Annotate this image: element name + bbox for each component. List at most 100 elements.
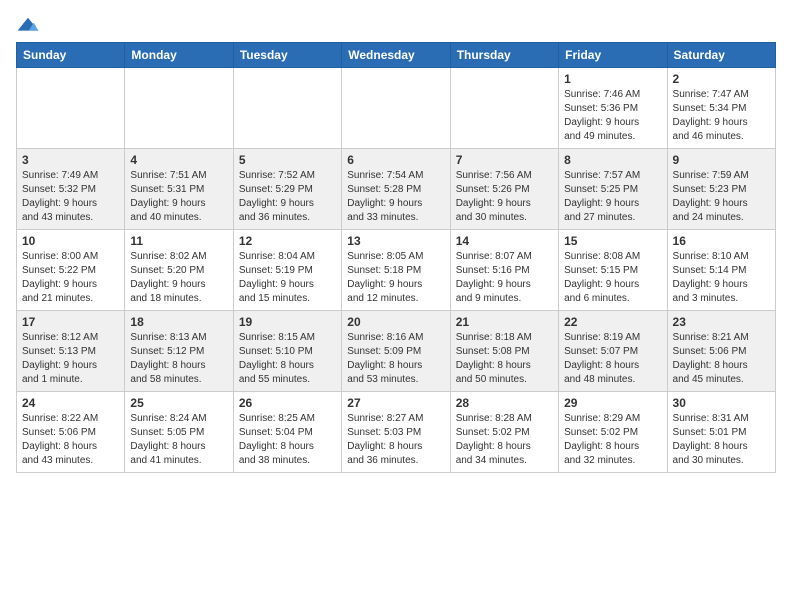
day-number: 10 [22,234,119,248]
calendar-cell [17,68,125,149]
calendar-cell: 23 Sunrise: 8:21 AM Sunset: 5:06 PM Dayli… [667,311,775,392]
calendar-table: SundayMondayTuesdayWednesdayThursdayFrid… [16,42,776,473]
day-number: 15 [564,234,661,248]
calendar-cell: 30Sunrise: 8:31 AM Sunset: 5:01 PM Dayli… [667,392,775,473]
day-info: Sunrise: 8:22 AM Sunset: 5:06 PM Dayligh… [22,412,119,468]
day-info: Sunrise: 8:04 AM Sunset: 5:19 PM Dayligh… [239,250,336,306]
logo [16,16,50,34]
day-number: 16 [673,234,770,248]
day-info: Sunrise: 7:51 AM Sunset: 5:31 PM Dayligh… [130,169,227,225]
day-number: 26 [239,396,336,410]
calendar-cell: 6 Sunrise: 7:54 AM Sunset: 5:28 PM Daylig… [342,149,450,230]
day-number: 2 [673,72,770,86]
calendar-cell: 5Sunrise: 7:52 AM Sunset: 5:29 PM Daylig… [233,149,341,230]
calendar-cell: 17 Sunrise: 8:12 AM Sunset: 5:13 PM Dayli… [17,311,125,392]
day-number: 24 [22,396,119,410]
calendar-cell: 11 Sunrise: 8:02 AM Sunset: 5:20 PM Dayli… [125,230,233,311]
day-info: Sunrise: 8:19 AM Sunset: 5:07 PM Dayligh… [564,331,661,387]
calendar-cell: 14 Sunrise: 8:07 AM Sunset: 5:16 PM Dayli… [450,230,558,311]
column-header-friday: Friday [559,43,667,68]
calendar-cell: 7 Sunrise: 7:56 AM Sunset: 5:26 PM Daylig… [450,149,558,230]
day-info: Sunrise: 8:28 AM Sunset: 5:02 PM Dayligh… [456,412,553,468]
day-info: Sunrise: 7:56 AM Sunset: 5:26 PM Dayligh… [456,169,553,225]
day-info: Sunrise: 8:00 AM Sunset: 5:22 PM Dayligh… [22,250,119,306]
day-number: 8 [564,153,661,167]
day-info: Sunrise: 8:27 AM Sunset: 5:03 PM Dayligh… [347,412,444,468]
day-number: 1 [564,72,661,86]
calendar-cell: 16 Sunrise: 8:10 AM Sunset: 5:14 PM Dayli… [667,230,775,311]
calendar-cell [125,68,233,149]
calendar-cell: 19 Sunrise: 8:15 AM Sunset: 5:10 PM Dayli… [233,311,341,392]
calendar-cell: 12Sunrise: 8:04 AM Sunset: 5:19 PM Dayli… [233,230,341,311]
calendar-cell: 20 Sunrise: 8:16 AM Sunset: 5:09 PM Dayli… [342,311,450,392]
day-info: Sunrise: 7:49 AM Sunset: 5:32 PM Dayligh… [22,169,119,225]
column-header-wednesday: Wednesday [342,43,450,68]
day-info: Sunrise: 8:07 AM Sunset: 5:16 PM Dayligh… [456,250,553,306]
calendar-cell: 4 Sunrise: 7:51 AM Sunset: 5:31 PM Daylig… [125,149,233,230]
day-number: 13 [347,234,444,248]
day-info: Sunrise: 8:25 AM Sunset: 5:04 PM Dayligh… [239,412,336,468]
day-info: Sunrise: 8:15 AM Sunset: 5:10 PM Dayligh… [239,331,336,387]
calendar-cell [342,68,450,149]
day-number: 9 [673,153,770,167]
day-info: Sunrise: 7:59 AM Sunset: 5:23 PM Dayligh… [673,169,770,225]
day-number: 17 [22,315,119,329]
day-number: 23 [673,315,770,329]
day-number: 5 [239,153,336,167]
week-row-3: 10 Sunrise: 8:00 AM Sunset: 5:22 PM Dayli… [17,230,776,311]
day-number: 11 [130,234,227,248]
calendar-cell: 22 Sunrise: 8:19 AM Sunset: 5:07 PM Dayli… [559,311,667,392]
day-info: Sunrise: 8:24 AM Sunset: 5:05 PM Dayligh… [130,412,227,468]
day-number: 21 [456,315,553,329]
calendar-cell: 10 Sunrise: 8:00 AM Sunset: 5:22 PM Dayli… [17,230,125,311]
column-header-thursday: Thursday [450,43,558,68]
day-number: 6 [347,153,444,167]
calendar-cell: 3 Sunrise: 7:49 AM Sunset: 5:32 PM Daylig… [17,149,125,230]
calendar-cell [233,68,341,149]
page-header [16,16,776,34]
day-info: Sunrise: 7:54 AM Sunset: 5:28 PM Dayligh… [347,169,444,225]
calendar-cell: 13 Sunrise: 8:05 AM Sunset: 5:18 PM Dayli… [342,230,450,311]
day-info: Sunrise: 8:10 AM Sunset: 5:14 PM Dayligh… [673,250,770,306]
calendar-body: 1 Sunrise: 7:46 AM Sunset: 5:36 PM Daylig… [17,68,776,473]
day-number: 20 [347,315,444,329]
header-row: SundayMondayTuesdayWednesdayThursdayFrid… [17,43,776,68]
day-info: Sunrise: 8:02 AM Sunset: 5:20 PM Dayligh… [130,250,227,306]
calendar-cell: 21 Sunrise: 8:18 AM Sunset: 5:08 PM Dayli… [450,311,558,392]
column-header-tuesday: Tuesday [233,43,341,68]
day-number: 30 [673,396,770,410]
day-number: 4 [130,153,227,167]
calendar-cell: 8 Sunrise: 7:57 AM Sunset: 5:25 PM Daylig… [559,149,667,230]
calendar-cell: 1 Sunrise: 7:46 AM Sunset: 5:36 PM Daylig… [559,68,667,149]
calendar-cell: 9 Sunrise: 7:59 AM Sunset: 5:23 PM Daylig… [667,149,775,230]
column-header-saturday: Saturday [667,43,775,68]
calendar-cell: 27 Sunrise: 8:27 AM Sunset: 5:03 PM Dayli… [342,392,450,473]
day-number: 19 [239,315,336,329]
day-info: Sunrise: 8:12 AM Sunset: 5:13 PM Dayligh… [22,331,119,387]
calendar-cell: 18 Sunrise: 8:13 AM Sunset: 5:12 PM Dayli… [125,311,233,392]
day-info: Sunrise: 7:47 AM Sunset: 5:34 PM Dayligh… [673,88,770,144]
day-number: 22 [564,315,661,329]
day-number: 14 [456,234,553,248]
day-number: 29 [564,396,661,410]
day-info: Sunrise: 8:13 AM Sunset: 5:12 PM Dayligh… [130,331,227,387]
calendar-cell: 26 Sunrise: 8:25 AM Sunset: 5:04 PM Dayli… [233,392,341,473]
week-row-1: 1 Sunrise: 7:46 AM Sunset: 5:36 PM Daylig… [17,68,776,149]
day-number: 7 [456,153,553,167]
week-row-5: 24 Sunrise: 8:22 AM Sunset: 5:06 PM Dayli… [17,392,776,473]
day-info: Sunrise: 8:05 AM Sunset: 5:18 PM Dayligh… [347,250,444,306]
day-info: Sunrise: 7:57 AM Sunset: 5:25 PM Dayligh… [564,169,661,225]
day-number: 28 [456,396,553,410]
day-number: 3 [22,153,119,167]
day-info: Sunrise: 8:21 AM Sunset: 5:06 PM Dayligh… [673,331,770,387]
day-info: Sunrise: 8:18 AM Sunset: 5:08 PM Dayligh… [456,331,553,387]
calendar-cell: 29 Sunrise: 8:29 AM Sunset: 5:02 PM Dayli… [559,392,667,473]
calendar-cell: 15Sunrise: 8:08 AM Sunset: 5:15 PM Dayli… [559,230,667,311]
day-number: 27 [347,396,444,410]
calendar-cell: 28 Sunrise: 8:28 AM Sunset: 5:02 PM Dayli… [450,392,558,473]
day-info: Sunrise: 8:29 AM Sunset: 5:02 PM Dayligh… [564,412,661,468]
calendar-cell [450,68,558,149]
day-info: Sunrise: 8:16 AM Sunset: 5:09 PM Dayligh… [347,331,444,387]
day-info: Sunrise: 7:46 AM Sunset: 5:36 PM Dayligh… [564,88,661,144]
day-number: 18 [130,315,227,329]
